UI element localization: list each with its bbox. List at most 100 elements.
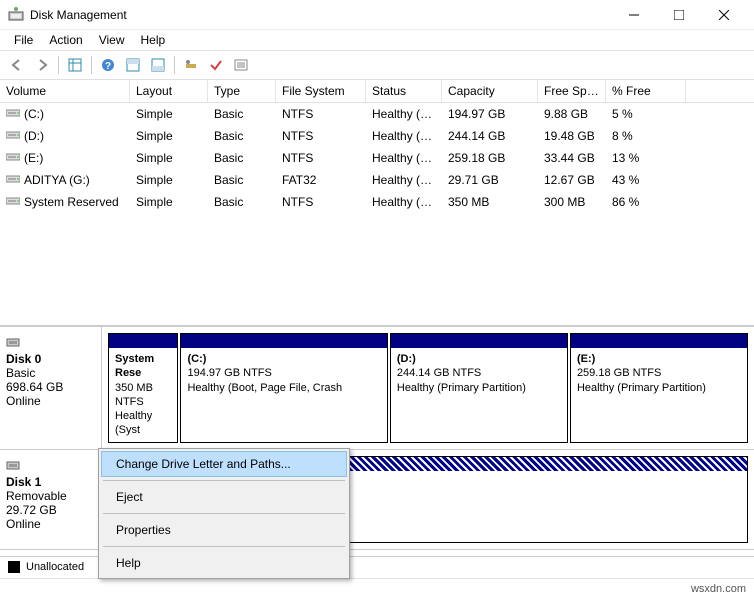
menu-file[interactable]: File [6, 31, 41, 49]
volume-capacity: 194.97 GB [442, 103, 538, 125]
volume-status: Healthy (B... [366, 103, 442, 125]
menu-help[interactable]: Help [133, 31, 174, 49]
check-button[interactable] [205, 54, 227, 76]
col-header-capacity[interactable]: Capacity [442, 80, 538, 102]
disk-name: Disk 1 [6, 475, 95, 489]
menubar: File Action View Help [0, 30, 754, 50]
volume-name: ADITYA (G:) [24, 173, 90, 187]
col-header-type[interactable]: Type [208, 80, 276, 102]
volume-pfree: 8 % [606, 125, 686, 147]
volume-list: Volume Layout Type File System Status Ca… [0, 80, 754, 326]
partition-health: Healthy (Primary Partition) [397, 381, 561, 395]
drive-icon [6, 107, 20, 121]
menu-eject[interactable]: Eject [101, 484, 347, 510]
volume-name: (E:) [24, 151, 43, 165]
drive-icon [6, 151, 20, 165]
volume-row[interactable]: (E:)SimpleBasicNTFSHealthy (P...259.18 G… [0, 147, 754, 169]
maximize-button[interactable] [656, 0, 701, 30]
settings-button[interactable] [180, 54, 202, 76]
partition-size: 194.97 GB NTFS [187, 366, 380, 380]
partition-name: System Rese [115, 352, 171, 381]
volume-status: Healthy (P... [366, 147, 442, 169]
disk-label[interactable]: Disk 1Removable29.72 GBOnline [0, 450, 102, 549]
volume-free: 33.44 GB [538, 147, 606, 169]
partition-header [181, 334, 386, 348]
disk-status: Online [6, 394, 95, 408]
forward-button[interactable] [31, 54, 53, 76]
partition[interactable]: System Rese350 MB NTFSHealthy (Syst [108, 333, 178, 443]
volume-free: 300 MB [538, 191, 606, 213]
statusbar: wsxdn.com [0, 578, 754, 598]
menu-view[interactable]: View [91, 31, 133, 49]
app-icon [8, 7, 24, 23]
partition-body: (D:)244.14 GB NTFSHealthy (Primary Parti… [391, 348, 567, 442]
partition-name: (D:) [397, 352, 561, 366]
separator [58, 56, 59, 74]
disk-label[interactable]: Disk 0Basic698.64 GBOnline [0, 327, 102, 449]
col-header-volume[interactable]: Volume [0, 80, 130, 102]
volume-layout: Simple [130, 191, 208, 213]
partition-header [391, 334, 567, 348]
volume-row[interactable]: (D:)SimpleBasicNTFSHealthy (P...244.14 G… [0, 125, 754, 147]
disk-type: Removable [6, 489, 95, 503]
menu-action[interactable]: Action [41, 31, 90, 49]
volume-capacity: 350 MB [442, 191, 538, 213]
volume-free: 12.67 GB [538, 169, 606, 191]
disk-size: 698.64 GB [6, 380, 95, 394]
volume-type: Basic [208, 147, 276, 169]
menu-properties[interactable]: Properties [101, 517, 347, 543]
col-header-pfree[interactable]: % Free [606, 80, 686, 102]
help-button[interactable]: ? [97, 54, 119, 76]
close-button[interactable] [701, 0, 746, 30]
volume-row[interactable]: System ReservedSimpleBasicNTFSHealthy (S… [0, 191, 754, 213]
partition-body: System Rese350 MB NTFSHealthy (Syst [109, 348, 177, 442]
menu-change-drive-letter[interactable]: Change Drive Letter and Paths... [101, 451, 347, 477]
col-header-status[interactable]: Status [366, 80, 442, 102]
partition-body: (E:)259.18 GB NTFSHealthy (Primary Parti… [571, 348, 747, 442]
view-top-button[interactable] [122, 54, 144, 76]
volume-status: Healthy (S... [366, 191, 442, 213]
disk-icon [6, 335, 95, 352]
view-list-button[interactable] [64, 54, 86, 76]
col-header-layout[interactable]: Layout [130, 80, 208, 102]
volume-status: Healthy (P... [366, 125, 442, 147]
volume-type: Basic [208, 169, 276, 191]
back-button[interactable] [6, 54, 28, 76]
volume-type: Basic [208, 191, 276, 213]
col-header-filesystem[interactable]: File System [276, 80, 366, 102]
volume-free: 9.88 GB [538, 103, 606, 125]
drive-icon [6, 173, 20, 187]
volume-capacity: 29.71 GB [442, 169, 538, 191]
partition-body: (C:)194.97 GB NTFSHealthy (Boot, Page Fi… [181, 348, 386, 442]
volume-pfree: 5 % [606, 103, 686, 125]
list-button[interactable] [230, 54, 252, 76]
partition[interactable]: (C:)194.97 GB NTFSHealthy (Boot, Page Fi… [180, 333, 387, 443]
volume-status: Healthy (P... [366, 169, 442, 191]
view-bottom-button[interactable] [147, 54, 169, 76]
volume-pfree: 13 % [606, 147, 686, 169]
menu-separator [103, 546, 345, 547]
separator [174, 56, 175, 74]
minimize-button[interactable] [611, 0, 656, 30]
volume-capacity: 244.14 GB [442, 125, 538, 147]
disk-icon [6, 458, 95, 475]
disk-size: 29.72 GB [6, 503, 95, 517]
volume-layout: Simple [130, 125, 208, 147]
partition[interactable]: (E:)259.18 GB NTFSHealthy (Primary Parti… [570, 333, 748, 443]
volume-fs: NTFS [276, 125, 366, 147]
volume-pfree: 86 % [606, 191, 686, 213]
volume-row[interactable]: ADITYA (G:)SimpleBasicFAT32Healthy (P...… [0, 169, 754, 191]
menu-separator [103, 480, 345, 481]
col-header-free[interactable]: Free Spa... [538, 80, 606, 102]
separator [91, 56, 92, 74]
window-title: Disk Management [30, 8, 611, 22]
volume-row[interactable]: (C:)SimpleBasicNTFSHealthy (B...194.97 G… [0, 103, 754, 125]
volume-fs: FAT32 [276, 169, 366, 191]
partition[interactable]: (D:)244.14 GB NTFSHealthy (Primary Parti… [390, 333, 568, 443]
volume-layout: Simple [130, 147, 208, 169]
volume-type: Basic [208, 103, 276, 125]
legend-unallocated: Unallocated [26, 561, 84, 573]
partition-health: Healthy (Boot, Page File, Crash [187, 381, 380, 395]
menu-help[interactable]: Help [101, 550, 347, 576]
partition-name: (C:) [187, 352, 380, 366]
